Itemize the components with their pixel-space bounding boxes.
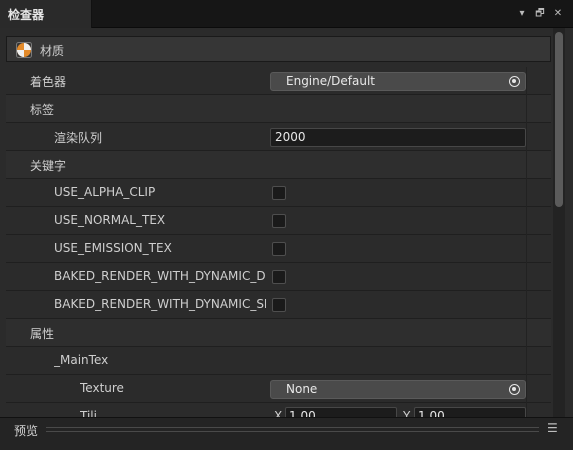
close-icon[interactable]: ✕ xyxy=(551,7,565,21)
preview-label: 预览 xyxy=(14,424,39,438)
shader-row: 着色器 Engine/Default xyxy=(6,67,551,95)
texture-row: Texture None xyxy=(6,375,551,403)
column-divider xyxy=(526,207,527,235)
keyword-label: USE_NORMAL_TEX xyxy=(54,213,166,227)
keyword-row: BAKED_RENDER_WITH_DYNAMIC_SH xyxy=(6,291,551,319)
keyword-label: BAKED_RENDER_WITH_DYNAMIC_DI xyxy=(54,269,266,283)
object-picker-icon[interactable] xyxy=(509,384,520,395)
tab-inspector[interactable]: 检查器 xyxy=(0,0,92,28)
texture-value: None xyxy=(286,382,318,396)
column-divider xyxy=(526,347,527,375)
column-divider xyxy=(526,95,527,123)
keyword-row: USE_EMISSION_TEX xyxy=(6,235,551,263)
render-queue-row: 渲染队列 2000 xyxy=(6,123,551,151)
material-icon xyxy=(16,42,32,58)
tiling-row: Tili X 1.00 Y 1.00 xyxy=(6,403,551,417)
keyword-checkbox[interactable] xyxy=(272,270,286,284)
keyword-checkbox[interactable] xyxy=(272,186,286,200)
tab-title: 检查器 xyxy=(8,8,45,22)
material-section-header[interactable]: 材质 xyxy=(6,36,551,62)
column-divider xyxy=(526,319,527,347)
column-divider xyxy=(526,151,527,179)
column-divider xyxy=(526,123,527,151)
vertical-scrollbar[interactable] xyxy=(553,28,565,417)
shader-value: Engine/Default xyxy=(286,74,376,88)
tags-row[interactable]: 标签 xyxy=(6,95,551,123)
texture-dropdown[interactable]: None xyxy=(270,380,526,399)
restore-icon[interactable]: 🗗 xyxy=(533,7,547,21)
shader-dropdown[interactable]: Engine/Default xyxy=(270,72,526,91)
tiling-x-input[interactable]: 1.00 xyxy=(285,407,397,417)
column-divider xyxy=(526,403,527,417)
window-titlebar: 检查器 ▾ 🗗 ✕ xyxy=(0,0,573,28)
hamburger-menu-icon[interactable]: ☰ xyxy=(547,422,559,434)
keyword-row: USE_ALPHA_CLIP xyxy=(6,179,551,207)
keywords-row[interactable]: 关键字 xyxy=(6,151,551,179)
texture-label: Texture xyxy=(80,381,124,395)
preview-resize-handle[interactable] xyxy=(46,427,539,432)
keyword-checkbox[interactable] xyxy=(272,242,286,256)
object-picker-icon[interactable] xyxy=(509,76,520,87)
material-title: 材质 xyxy=(40,44,65,58)
column-divider xyxy=(526,291,527,319)
main-tex-row[interactable]: _MainTex xyxy=(6,347,551,375)
tiling-y-input[interactable]: 1.00 xyxy=(414,407,526,417)
keyword-row: BAKED_RENDER_WITH_DYNAMIC_DI xyxy=(6,263,551,291)
main-tex-label: _MainTex xyxy=(54,353,109,367)
keyword-row: USE_NORMAL_TEX xyxy=(6,207,551,235)
column-divider xyxy=(526,375,527,403)
dropdown-menu-icon[interactable]: ▾ xyxy=(515,7,529,21)
keyword-label: BAKED_RENDER_WITH_DYNAMIC_SH xyxy=(54,297,266,311)
shader-label: 着色器 xyxy=(30,75,67,89)
render-queue-input[interactable]: 2000 xyxy=(270,128,526,147)
column-divider xyxy=(526,235,527,263)
tags-label: 标签 xyxy=(30,103,55,117)
tiling-x-label: X xyxy=(274,409,283,417)
keyword-label: USE_ALPHA_CLIP xyxy=(54,185,156,199)
column-divider xyxy=(526,67,527,95)
keyword-checkbox[interactable] xyxy=(272,214,286,228)
keywords-label: 关键字 xyxy=(30,159,67,173)
column-divider xyxy=(526,179,527,207)
properties-label: 属性 xyxy=(30,327,55,341)
column-divider xyxy=(526,263,527,291)
preview-bar: 预览 ☰ xyxy=(0,417,573,450)
render-queue-label: 渲染队列 xyxy=(54,131,103,145)
keyword-label: USE_EMISSION_TEX xyxy=(54,241,172,255)
render-queue-value: 2000 xyxy=(275,130,306,144)
scrollbar-thumb[interactable] xyxy=(555,32,563,207)
inspector-panel: 材质 着色器 Engine/Default 标签 渲染队列 2000 关键字 U… xyxy=(0,28,573,417)
properties-row[interactable]: 属性 xyxy=(6,319,551,347)
tiling-label: Tili xyxy=(80,409,97,417)
tiling-y-value: 1.00 xyxy=(418,409,445,417)
tiling-y-label: Y xyxy=(403,409,411,417)
keyword-checkbox[interactable] xyxy=(272,298,286,312)
tiling-x-value: 1.00 xyxy=(289,409,316,417)
